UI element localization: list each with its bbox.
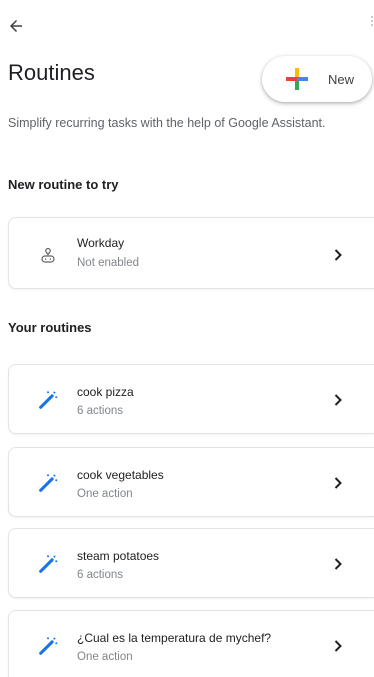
routine-status: One action	[77, 651, 133, 663]
routine-name: steam potatoes	[77, 549, 160, 563]
chevron-right-icon	[332, 248, 344, 262]
magic-wand-icon	[37, 635, 59, 657]
routine-name: ¿Cual es la temperatura de mychef?	[77, 631, 272, 645]
routine-card[interactable]: cook pizza 6 actions	[8, 364, 374, 434]
routine-name: cook vegetables	[77, 468, 164, 482]
more-options-icon[interactable]	[368, 16, 374, 30]
routine-status: Not enabled	[77, 257, 140, 269]
magic-wand-icon	[37, 553, 59, 575]
chevron-right-icon	[332, 476, 344, 490]
routine-name: Workday	[77, 236, 125, 250]
routine-status: 6 actions	[77, 569, 124, 581]
new-button-label: New	[328, 71, 355, 87]
magic-wand-icon	[37, 389, 59, 411]
routine-name: cook pizza	[77, 385, 134, 399]
routine-status: 6 actions	[77, 405, 124, 417]
page-title: Routines	[8, 60, 95, 85]
routine-card[interactable]: steam potatoes 6 actions	[8, 528, 374, 598]
section-title-your-routines: Your routines	[8, 320, 92, 335]
top-app-bar	[0, 0, 374, 40]
google-plus-icon	[286, 68, 308, 90]
chevron-right-icon	[332, 639, 344, 653]
routine-card[interactable]: cook vegetables One action	[8, 447, 374, 517]
chevron-right-icon	[332, 393, 344, 407]
magic-wand-icon	[37, 472, 59, 494]
routine-card[interactable]: ¿Cual es la temperatura de mychef? One a…	[8, 610, 374, 677]
page-subtitle: Simplify recurring tasks with the help o…	[8, 116, 326, 130]
suggested-routine-card[interactable]: Workday Not enabled	[8, 217, 374, 289]
section-title-suggested: New routine to try	[8, 177, 119, 192]
new-routine-button[interactable]: New	[262, 56, 372, 102]
workday-icon	[37, 245, 59, 267]
chevron-right-icon	[332, 557, 344, 571]
arrow-left-icon	[10, 20, 22, 32]
back-button[interactable]	[4, 14, 28, 38]
routine-status: One action	[77, 488, 133, 500]
